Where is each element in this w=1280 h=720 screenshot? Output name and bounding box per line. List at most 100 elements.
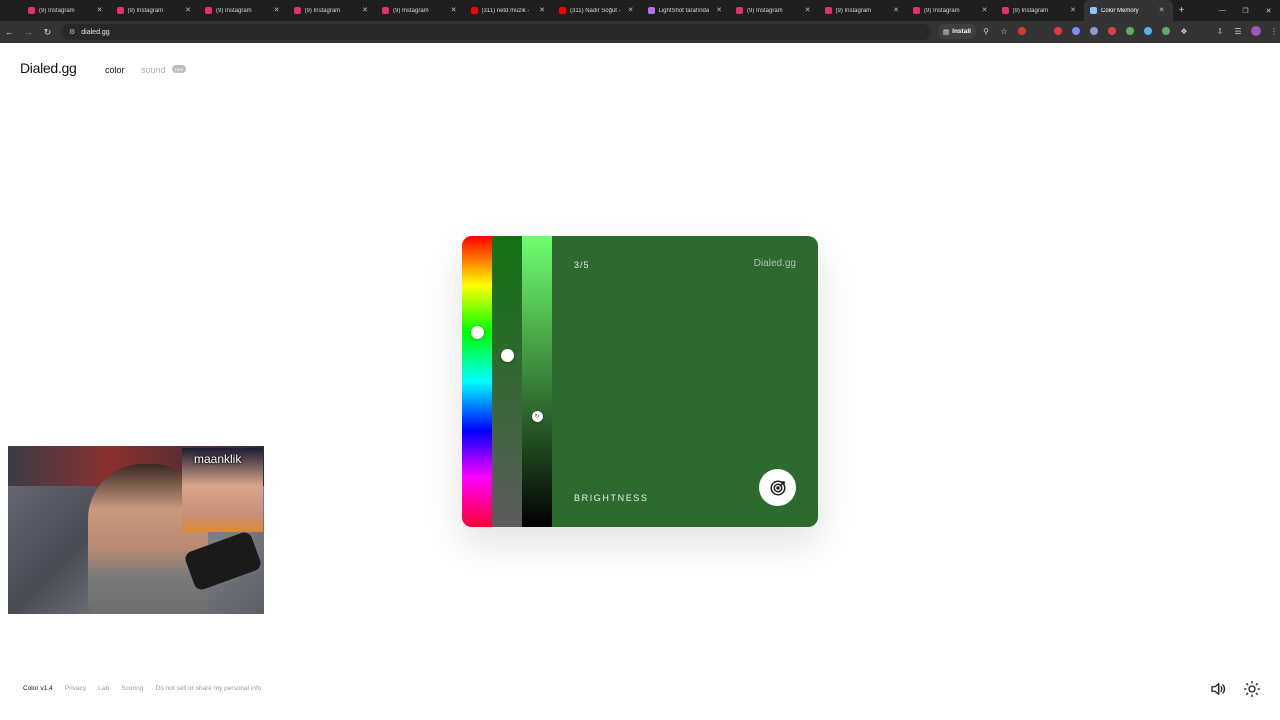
- tab-close-icon[interactable]: ✕: [893, 6, 899, 14]
- pip-name-label: maanklik: [194, 452, 242, 466]
- footer-separator: ·: [91, 685, 94, 692]
- download-icon[interactable]: ⇩: [1214, 25, 1226, 37]
- browser-tab[interactable]: (311) netd müzik - ✕: [465, 0, 554, 21]
- slider-mode-label: BRIGHTNESS: [574, 493, 649, 503]
- saturation-slider-handle[interactable]: [500, 348, 514, 362]
- brightness-slider-handle[interactable]: ↻: [531, 410, 543, 422]
- browser-tab[interactable]: (9) Instagram ✕: [819, 0, 908, 21]
- saturation-slider[interactable]: [492, 236, 522, 527]
- bookmark-star-icon[interactable]: ☆: [998, 25, 1010, 37]
- extension-icon[interactable]: [1016, 25, 1028, 37]
- tab-title: (9) Instagram: [393, 7, 429, 14]
- youtube-icon: [559, 7, 566, 14]
- page-content: Dialed.gg color sound new ↻ 3/5 Dialed.g…: [0, 43, 1280, 720]
- forward-icon[interactable]: →: [19, 27, 38, 37]
- nav-sound-link[interactable]: sound: [141, 65, 166, 75]
- browser-tab[interactable]: (9) Instagram ✕: [996, 0, 1085, 21]
- dialed-icon: [1090, 7, 1097, 14]
- menu-icon[interactable]: ⋮: [1268, 25, 1280, 37]
- tab-title: Color Memory: [1101, 7, 1139, 14]
- tab-title: (311) Nadir Söğüt -: [570, 7, 621, 14]
- extension-icon[interactable]: [1034, 25, 1046, 37]
- instagram-icon: [824, 7, 832, 14]
- submit-guess-button[interactable]: [759, 469, 796, 506]
- card-brand: Dialed.gg: [753, 258, 796, 269]
- site-logo[interactable]: Dialed.gg: [20, 60, 77, 76]
- theme-toggle-button[interactable]: [1242, 679, 1262, 699]
- browser-tab[interactable]: (311) Nadir Söğüt - ✕: [553, 0, 642, 21]
- tab-close-icon[interactable]: ✕: [274, 6, 280, 14]
- minimize-icon[interactable]: —: [1211, 7, 1234, 14]
- new-tab-button[interactable]: +: [1179, 5, 1185, 16]
- footer-link-privacy[interactable]: Privacy: [65, 685, 86, 692]
- tab-close-icon[interactable]: ✕: [1159, 6, 1165, 14]
- footer-link-do-not-sell[interactable]: Do not sell or share my personal info: [156, 685, 262, 692]
- tab-title: (9) Instagram: [924, 7, 960, 14]
- instagram-icon: [913, 7, 920, 14]
- reading-list-icon[interactable]: ☰: [1232, 25, 1244, 37]
- address-bar[interactable]: ⚙ dialed.gg: [61, 24, 931, 40]
- tab-title: LightShot tarafında: [658, 7, 710, 14]
- tab-close-icon[interactable]: ✕: [628, 6, 634, 14]
- tab-title: (9) Instagram: [835, 7, 872, 14]
- close-window-icon[interactable]: ✕: [1257, 7, 1280, 15]
- extension-icon[interactable]: [1106, 25, 1118, 37]
- brightness-slider[interactable]: ↻: [522, 236, 552, 527]
- extension-icon[interactable]: [1142, 25, 1154, 37]
- extension-icon[interactable]: [1070, 25, 1082, 37]
- target-icon: [770, 480, 785, 495]
- tab-close-icon[interactable]: ✕: [97, 6, 103, 14]
- instagram-icon: [1001, 7, 1009, 14]
- instagram-icon: [736, 7, 743, 14]
- browser-tab[interactable]: (9) Instagram ✕: [111, 0, 200, 21]
- webcam-overlay: maanklik: [8, 446, 264, 614]
- tab-title: (9) Instagram: [1012, 7, 1049, 14]
- tab-close-icon[interactable]: ✕: [362, 6, 368, 14]
- extension-icon[interactable]: [1088, 25, 1100, 37]
- browser-tab[interactable]: LightShot tarafında ✕: [642, 0, 731, 21]
- extension-icon[interactable]: [1052, 25, 1064, 37]
- tab-close-icon[interactable]: ✕: [982, 6, 988, 14]
- puzzle-icon[interactable]: ❖: [1178, 25, 1190, 37]
- browser-tab[interactable]: (9) Instagram ✕: [376, 0, 465, 21]
- tab-close-icon[interactable]: ✕: [539, 6, 545, 14]
- tab-title: (311) netd müzik -: [481, 7, 530, 14]
- install-app-button[interactable]: ▤ Install: [938, 24, 976, 39]
- browser-tab[interactable]: (9) Instagram ✕: [288, 0, 377, 21]
- tab-list: (9) Instagram ✕ (9) Instagram ✕ (9) Instagra…: [22, 0, 1173, 21]
- instagram-icon: [205, 7, 212, 14]
- footer-link-scoring[interactable]: Scoring: [121, 685, 143, 692]
- separator: [1196, 25, 1208, 37]
- instagram-icon: [293, 7, 301, 14]
- back-icon[interactable]: ←: [0, 27, 19, 37]
- window-controls: — ❐ ✕: [1211, 0, 1280, 21]
- browser-tab[interactable]: Color Memory ✕: [1084, 0, 1173, 21]
- browser-tab[interactable]: (9) Instagram ✕: [199, 0, 288, 21]
- sun-icon: [1243, 680, 1261, 698]
- browser-tab[interactable]: (9) Instagram ✕: [730, 0, 819, 21]
- tab-close-icon[interactable]: ✕: [716, 6, 722, 14]
- hue-slider[interactable]: [462, 236, 492, 527]
- browser-tab[interactable]: (9) Instagram ✕: [22, 0, 111, 21]
- extension-icon[interactable]: [1124, 25, 1136, 37]
- tab-title: (9) Instagram: [127, 7, 164, 14]
- extension-icon[interactable]: [1160, 25, 1172, 37]
- footer-link-lab[interactable]: Lab: [98, 685, 109, 692]
- tab-close-icon[interactable]: ✕: [451, 6, 457, 14]
- browser-tab[interactable]: (9) Instagram ✕: [907, 0, 996, 21]
- site-info-icon[interactable]: ⚙: [69, 28, 75, 36]
- tab-close-icon[interactable]: ✕: [805, 6, 811, 14]
- nav-color-link[interactable]: color: [105, 65, 125, 75]
- youtube-icon: [470, 7, 478, 14]
- hue-slider-handle[interactable]: [470, 325, 484, 339]
- footer-separator: ·: [114, 685, 117, 692]
- tab-close-icon[interactable]: ✕: [185, 6, 191, 14]
- tab-title: (9) Instagram: [216, 7, 252, 14]
- tab-close-icon[interactable]: ✕: [1070, 6, 1076, 14]
- maximize-icon[interactable]: ❐: [1234, 7, 1257, 15]
- zoom-icon[interactable]: ⚲: [980, 25, 992, 37]
- profile-avatar-icon[interactable]: [1250, 25, 1262, 37]
- footer-separator: ·: [57, 685, 60, 692]
- sound-toggle-button[interactable]: [1208, 679, 1228, 699]
- reload-icon[interactable]: ↻: [38, 27, 57, 38]
